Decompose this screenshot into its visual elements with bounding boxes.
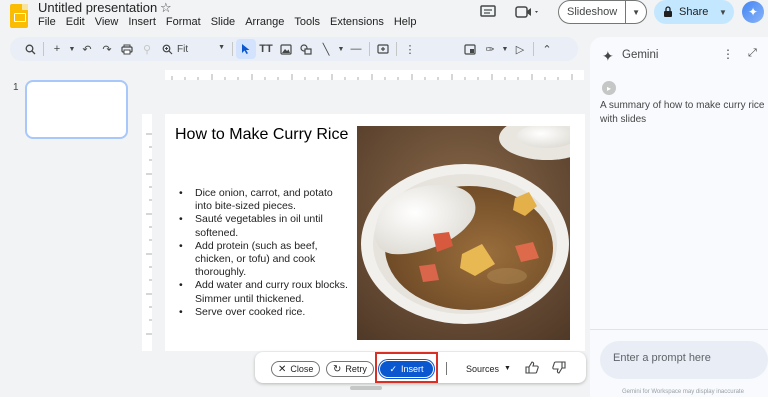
toolbar-divider [533,42,534,56]
retry-label: Retry [345,364,367,374]
panel-divider [590,329,768,330]
menu-insert[interactable]: Insert [123,16,161,28]
toolbar-divider [43,42,44,56]
insert-image-icon[interactable] [276,39,296,59]
pen-icon[interactable]: ✑ [480,39,500,59]
retry-button[interactable]: ↻ Retry [326,361,374,377]
comment-history-icon[interactable] [480,5,496,19]
sources-label: Sources [466,364,500,374]
close-icon: ✕ [278,363,287,375]
gemini-spark-icon: ✦ [602,48,614,64]
line-icon[interactable]: ╲ [316,39,336,59]
new-slide-dropdown-icon[interactable]: ▼ [67,39,77,59]
menu-extensions[interactable]: Extensions [325,16,389,28]
collapse-toolbar-icon[interactable]: ⌃ [537,39,557,59]
menu-arrange[interactable]: Arrange [240,16,289,28]
toolbar: + ▼ ↶ ↷ ⚲ Fit ▼ TT ╲ ▼ — ⋮ ✑ ▼ ▷ ⌃ [10,37,578,61]
bullet-item: Add protein (such as beef, chicken, or t… [179,240,349,280]
zoom-select[interactable]: Fit ▼ [177,44,229,55]
zoom-label: Fit [177,43,189,55]
line-dropdown-icon[interactable]: ▼ [336,39,346,59]
star-icon[interactable]: ☆ [160,0,172,16]
gemini-disclaimer: Gemini for Workspace may display inaccur… [622,389,744,395]
toolbar-divider [232,42,233,56]
slides-logo-icon[interactable] [10,4,28,28]
paint-format-icon[interactable]: ⚲ [137,39,157,59]
vertical-ruler [142,114,152,351]
add-comment-icon[interactable] [373,39,393,59]
shape-icon[interactable] [296,39,316,59]
undo-icon[interactable]: ↶ [77,39,97,59]
line-color-icon[interactable]: — [346,39,366,59]
zoom-icon[interactable] [157,39,177,59]
more-vert-icon[interactable]: ⋮ [722,47,734,61]
chevron-down-icon[interactable]: ▼ [626,1,646,23]
prompt-input[interactable]: Enter a prompt here [600,341,768,379]
slide-canvas[interactable]: How to Make Curry Rice Dice onion, carro… [165,114,585,351]
lock-icon [664,6,672,17]
menu-edit[interactable]: Edit [61,16,90,28]
background-icon[interactable] [460,39,480,59]
menu-help[interactable]: Help [389,16,422,28]
retry-icon: ↻ [333,363,342,375]
redo-icon[interactable]: ↷ [97,39,117,59]
meet-video-icon[interactable] [515,5,541,19]
slide-title[interactable]: How to Make Curry Rice [175,126,348,144]
thumbs-up-icon[interactable] [525,361,539,374]
check-icon: ✓ [389,363,398,374]
action-bar-divider [446,362,447,375]
print-icon[interactable] [117,39,137,59]
gemini-side-panel: ✦ Gemini ⋮ ⤢ ▸ A summary of how to make … [590,37,768,397]
menu-slide[interactable]: Slide [206,16,240,28]
text-box-icon[interactable]: TT [256,39,276,59]
menu-file[interactable]: File [38,16,61,28]
new-slide-plus-icon[interactable]: + [47,39,67,59]
bullet-item: Add water and curry roux blocks. Simmer … [179,279,349,305]
gemini-spark-icon[interactable]: ✦ [742,1,764,23]
slide-bullet-list[interactable]: Dice onion, carrot, and potato into bite… [179,187,349,319]
close-label: Close [290,364,314,374]
user-avatar-icon: ▸ [602,81,616,95]
menu-tools[interactable]: Tools [289,16,325,28]
insert-label: Insert [401,364,424,374]
user-prompt-message: A summary of how to make curry rice with… [600,100,765,125]
bullet-item: Serve over cooked rice. [179,306,349,319]
horizontal-ruler [152,68,584,80]
play-transition-icon[interactable]: ▷ [510,39,530,59]
gemini-panel-title: Gemini [622,49,659,61]
bullet-item: Sauté vegetables in oil until softened. [179,213,349,239]
more-options-icon[interactable]: ⋮ [400,39,420,59]
slideshow-button-group: Slideshow ▼ [558,0,648,24]
curry-rice-image[interactable] [357,126,570,340]
menu-format[interactable]: Format [161,16,206,28]
toolbar-divider [396,42,397,56]
thumbs-down-icon[interactable] [552,361,566,374]
pen-dropdown-icon[interactable]: ▼ [500,39,510,59]
canvas-scrollbar[interactable] [350,386,382,390]
document-title[interactable]: Untitled presentation [38,0,157,15]
close-button[interactable]: ✕ Close [271,361,321,377]
slide-thumbnail[interactable] [25,80,128,139]
gemini-action-bar: ✕ Close ↻ Retry ✓ Insert Sources ▼ [255,352,586,383]
chevron-down-icon: ▼ [218,43,225,51]
expand-icon[interactable]: ⤢ [748,47,757,60]
slide-number: 1 [13,82,19,93]
select-cursor-icon[interactable] [236,39,256,59]
search-menus-icon[interactable] [20,39,40,59]
bullet-item: Dice onion, carrot, and potato into bite… [179,187,349,213]
chevron-down-icon: ▼ [504,365,511,372]
menu-view[interactable]: View [90,16,124,28]
insert-button[interactable]: ✓ Insert [380,361,433,377]
share-label: Share [679,6,709,18]
slideshow-button[interactable]: Slideshow [559,1,627,23]
menu-bar: File Edit View Insert Format Slide Arran… [38,16,421,28]
sources-dropdown[interactable]: Sources ▼ [466,361,511,377]
toolbar-divider [369,42,370,56]
share-dropdown-icon[interactable]: ▼ [719,8,727,17]
